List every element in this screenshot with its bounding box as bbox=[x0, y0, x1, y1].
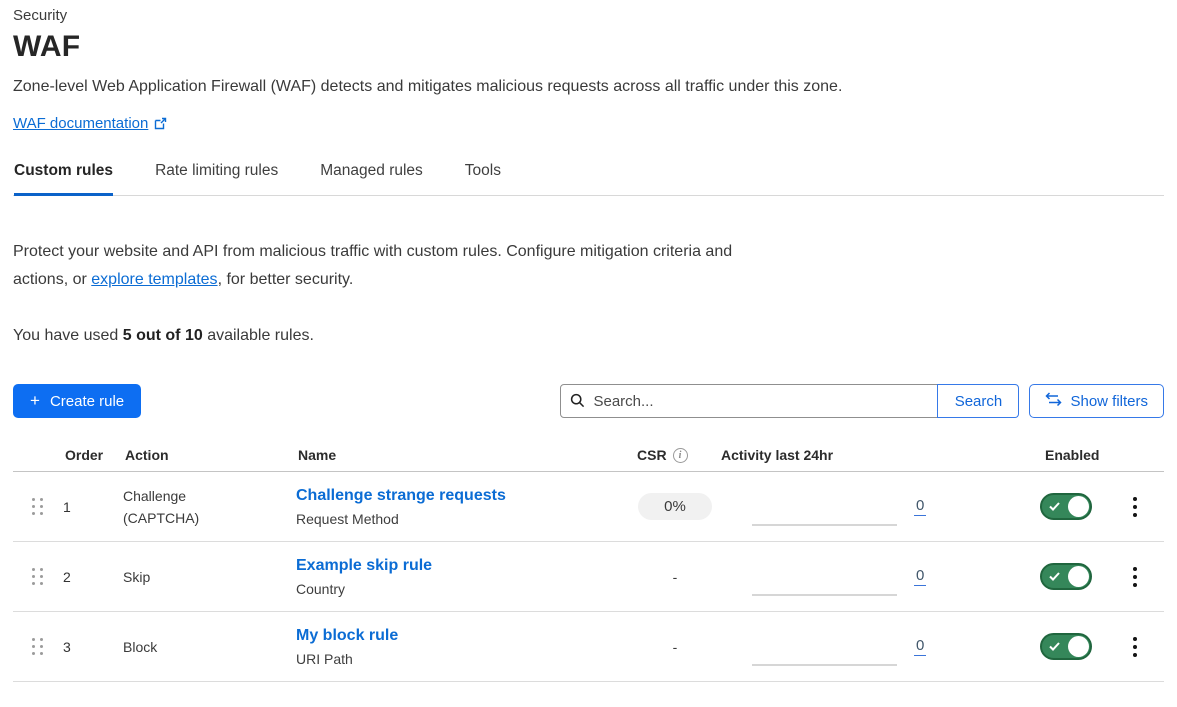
tab-managed-rules[interactable]: Managed rules bbox=[320, 162, 423, 196]
header-activity: Activity last 24hr bbox=[715, 447, 1040, 463]
csr-cell: 0% bbox=[635, 493, 715, 520]
activity-count-link[interactable]: 0 bbox=[914, 567, 926, 586]
rule-action: Skip bbox=[123, 566, 296, 588]
header-csr: CSR bbox=[637, 447, 667, 463]
waf-page: Security WAF Zone-level Web Application … bbox=[0, 0, 1177, 707]
enabled-toggle[interactable] bbox=[1040, 633, 1092, 660]
tab-bar: Custom rules Rate limiting rules Managed… bbox=[13, 162, 1164, 196]
header-enabled: Enabled bbox=[1040, 447, 1110, 463]
rule-name-link[interactable]: Example skip rule bbox=[296, 557, 432, 574]
check-icon bbox=[1049, 568, 1060, 584]
tab-tools[interactable]: Tools bbox=[465, 162, 501, 196]
rule-action: Block bbox=[123, 636, 296, 658]
header-name: Name bbox=[296, 447, 635, 463]
show-filters-button[interactable]: Show filters bbox=[1029, 384, 1164, 418]
waf-documentation-link[interactable]: WAF documentation bbox=[13, 115, 148, 132]
rule-field: Request Method bbox=[296, 511, 635, 527]
toolbar-right: Search Show filters bbox=[560, 384, 1164, 418]
search-input[interactable] bbox=[560, 384, 938, 418]
enabled-toggle[interactable] bbox=[1040, 563, 1092, 590]
usage-before: You have used bbox=[13, 327, 123, 344]
rule-field: URI Path bbox=[296, 651, 635, 667]
external-link-icon bbox=[154, 117, 167, 130]
toolbar: + Create rule Search Show filters bbox=[13, 384, 1164, 418]
rule-name-cell: Example skip rule Country bbox=[296, 557, 635, 597]
csr-value: - bbox=[673, 569, 678, 585]
rule-action: Challenge (CAPTCHA) bbox=[123, 485, 296, 529]
tab-rate-limiting-rules[interactable]: Rate limiting rules bbox=[155, 162, 278, 196]
table-row: 3 Block My block rule URI Path - 0 bbox=[13, 612, 1164, 682]
rules-table: Order Action Name CSR i Activity last 24… bbox=[13, 439, 1164, 682]
rule-order: 3 bbox=[63, 639, 123, 655]
check-icon bbox=[1049, 498, 1060, 514]
header-action: Action bbox=[123, 447, 296, 463]
table-header: Order Action Name CSR i Activity last 24… bbox=[13, 439, 1164, 472]
tab-custom-rules[interactable]: Custom rules bbox=[14, 162, 113, 196]
enabled-cell bbox=[1040, 563, 1110, 590]
search-wrap: Search bbox=[560, 384, 1019, 418]
activity-cell: 0 bbox=[715, 612, 1040, 681]
rule-order: 2 bbox=[63, 569, 123, 585]
toggle-knob bbox=[1068, 496, 1089, 517]
activity-count-link[interactable]: 0 bbox=[914, 637, 926, 656]
drag-handle-icon[interactable] bbox=[31, 638, 44, 655]
drag-handle-icon[interactable] bbox=[31, 568, 44, 585]
activity-sparkline bbox=[752, 664, 897, 666]
csr-badge: 0% bbox=[638, 493, 712, 520]
table-row: 2 Skip Example skip rule Country - 0 bbox=[13, 542, 1164, 612]
rule-name-cell: Challenge strange requests Request Metho… bbox=[296, 487, 635, 527]
swap-arrows-icon bbox=[1045, 392, 1062, 410]
doc-link-row: WAF documentation bbox=[13, 115, 1164, 132]
activity-cell: 0 bbox=[715, 542, 1040, 611]
breadcrumb: Security bbox=[13, 7, 1164, 24]
header-order: Order bbox=[63, 447, 123, 463]
create-rule-button[interactable]: + Create rule bbox=[13, 384, 141, 418]
show-filters-label: Show filters bbox=[1070, 393, 1148, 410]
toggle-knob bbox=[1068, 566, 1089, 587]
rule-name-link[interactable]: My block rule bbox=[296, 627, 398, 644]
search-icon bbox=[570, 393, 585, 413]
rule-name-cell: My block rule URI Path bbox=[296, 627, 635, 667]
kebab-menu-icon[interactable] bbox=[1120, 633, 1150, 661]
intro-text: Protect your website and API from malici… bbox=[13, 238, 758, 294]
activity-sparkline bbox=[752, 594, 897, 596]
activity-cell: 0 bbox=[715, 472, 1040, 541]
enabled-cell bbox=[1040, 633, 1110, 660]
check-icon bbox=[1049, 638, 1060, 654]
rule-field: Country bbox=[296, 581, 635, 597]
toggle-knob bbox=[1068, 636, 1089, 657]
csr-value: - bbox=[673, 639, 678, 655]
usage-text: You have used 5 out of 10 available rule… bbox=[13, 327, 1164, 345]
page-description: Zone-level Web Application Firewall (WAF… bbox=[13, 78, 1164, 96]
search-button[interactable]: Search bbox=[937, 384, 1019, 418]
usage-after: available rules. bbox=[203, 327, 314, 344]
drag-handle-icon[interactable] bbox=[31, 498, 44, 515]
kebab-menu-icon[interactable] bbox=[1120, 563, 1150, 591]
csr-cell: - bbox=[635, 569, 715, 585]
table-row: 1 Challenge (CAPTCHA) Challenge strange … bbox=[13, 472, 1164, 542]
rule-name-link[interactable]: Challenge strange requests bbox=[296, 487, 506, 504]
kebab-menu-icon[interactable] bbox=[1120, 493, 1150, 521]
activity-sparkline bbox=[752, 524, 897, 526]
activity-count-link[interactable]: 0 bbox=[914, 497, 926, 516]
page-title: WAF bbox=[13, 30, 1164, 64]
rule-order: 1 bbox=[63, 499, 123, 515]
enabled-cell bbox=[1040, 493, 1110, 520]
csr-cell: - bbox=[635, 639, 715, 655]
usage-count: 5 out of 10 bbox=[123, 327, 203, 344]
info-icon[interactable]: i bbox=[673, 448, 688, 463]
intro-after: , for better security. bbox=[218, 271, 354, 288]
enabled-toggle[interactable] bbox=[1040, 493, 1092, 520]
plus-icon: + bbox=[30, 391, 40, 411]
explore-templates-link[interactable]: explore templates bbox=[91, 271, 217, 288]
create-rule-label: Create rule bbox=[50, 393, 124, 410]
